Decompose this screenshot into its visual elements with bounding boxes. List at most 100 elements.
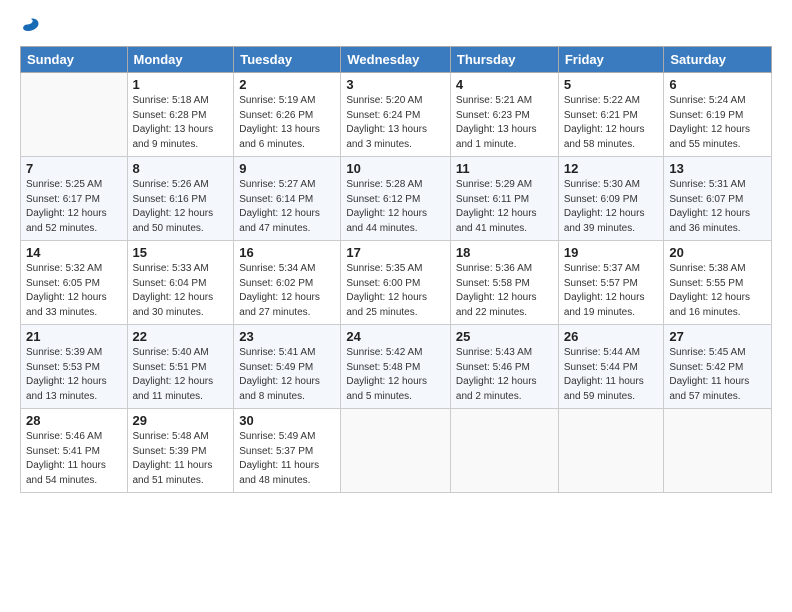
day-number: 12 — [564, 161, 659, 176]
day-info: Sunrise: 5:25 AMSunset: 6:17 PMDaylight:… — [26, 178, 122, 236]
page: SundayMondayTuesdayWednesdayThursdayFrid… — [0, 0, 792, 612]
day-info: Sunrise: 5:43 AMSunset: 5:46 PMDaylight:… — [456, 346, 553, 404]
day-number: 26 — [564, 329, 659, 344]
day-number: 22 — [133, 329, 229, 344]
logo-bird-icon — [22, 16, 40, 34]
day-info: Sunrise: 5:33 AMSunset: 6:04 PMDaylight:… — [133, 262, 229, 320]
column-header-wednesday: Wednesday — [341, 47, 451, 73]
calendar-cell: 13 Sunrise: 5:31 AMSunset: 6:07 PMDayligh… — [664, 157, 772, 241]
day-number: 8 — [133, 161, 229, 176]
day-info: Sunrise: 5:34 AMSunset: 6:02 PMDaylight:… — [239, 262, 335, 320]
day-number: 9 — [239, 161, 335, 176]
day-info: Sunrise: 5:29 AMSunset: 6:11 PMDaylight:… — [456, 178, 553, 236]
day-number: 15 — [133, 245, 229, 260]
column-header-saturday: Saturday — [664, 47, 772, 73]
day-info: Sunrise: 5:36 AMSunset: 5:58 PMDaylight:… — [456, 262, 553, 320]
calendar-cell: 11 Sunrise: 5:29 AMSunset: 6:11 PMDayligh… — [450, 157, 558, 241]
day-number: 25 — [456, 329, 553, 344]
calendar-week-2: 7 Sunrise: 5:25 AMSunset: 6:17 PMDaylight… — [21, 157, 772, 241]
calendar-week-5: 28 Sunrise: 5:46 AMSunset: 5:41 PMDayligh… — [21, 409, 772, 493]
day-info: Sunrise: 5:30 AMSunset: 6:09 PMDaylight:… — [564, 178, 659, 236]
calendar-cell: 1 Sunrise: 5:18 AMSunset: 6:28 PMDaylight… — [127, 73, 234, 157]
calendar-cell: 6 Sunrise: 5:24 AMSunset: 6:19 PMDaylight… — [664, 73, 772, 157]
day-number: 2 — [239, 77, 335, 92]
calendar-cell: 14 Sunrise: 5:32 AMSunset: 6:05 PMDayligh… — [21, 241, 128, 325]
logo — [20, 16, 40, 36]
day-number: 29 — [133, 413, 229, 428]
day-number: 6 — [669, 77, 766, 92]
day-number: 27 — [669, 329, 766, 344]
calendar-cell — [21, 73, 128, 157]
calendar-cell: 12 Sunrise: 5:30 AMSunset: 6:09 PMDayligh… — [558, 157, 664, 241]
calendar-cell: 30Sunrise: 5:49 AMSunset: 5:37 PMDayligh… — [234, 409, 341, 493]
calendar-cell: 26 Sunrise: 5:44 AMSunset: 5:44 PMDayligh… — [558, 325, 664, 409]
day-info: Sunrise: 5:38 AMSunset: 5:55 PMDaylight:… — [669, 262, 766, 320]
calendar-cell: 24 Sunrise: 5:42 AMSunset: 5:48 PMDayligh… — [341, 325, 451, 409]
calendar-cell: 22Sunrise: 5:40 AMSunset: 5:51 PMDayligh… — [127, 325, 234, 409]
day-info: Sunrise: 5:45 AMSunset: 5:42 PMDaylight:… — [669, 346, 766, 404]
day-number: 23 — [239, 329, 335, 344]
day-number: 11 — [456, 161, 553, 176]
day-info: Sunrise: 5:32 AMSunset: 6:05 PMDaylight:… — [26, 262, 122, 320]
column-header-monday: Monday — [127, 47, 234, 73]
calendar-cell: 19Sunrise: 5:37 AMSunset: 5:57 PMDayligh… — [558, 241, 664, 325]
day-info: Sunrise: 5:26 AMSunset: 6:16 PMDaylight:… — [133, 178, 229, 236]
calendar-cell: 25 Sunrise: 5:43 AMSunset: 5:46 PMDayligh… — [450, 325, 558, 409]
calendar-cell: 20 Sunrise: 5:38 AMSunset: 5:55 PMDayligh… — [664, 241, 772, 325]
column-header-sunday: Sunday — [21, 47, 128, 73]
day-number: 28 — [26, 413, 122, 428]
day-number: 13 — [669, 161, 766, 176]
day-number: 10 — [346, 161, 445, 176]
day-info: Sunrise: 5:27 AMSunset: 6:14 PMDaylight:… — [239, 178, 335, 236]
day-number: 5 — [564, 77, 659, 92]
calendar-cell: 2Sunrise: 5:19 AMSunset: 6:26 PMDaylight… — [234, 73, 341, 157]
calendar-cell: 17 Sunrise: 5:35 AMSunset: 6:00 PMDayligh… — [341, 241, 451, 325]
day-info: Sunrise: 5:18 AMSunset: 6:28 PMDaylight:… — [133, 94, 229, 152]
calendar-cell: 9 Sunrise: 5:27 AMSunset: 6:14 PMDaylight… — [234, 157, 341, 241]
day-info: Sunrise: 5:46 AMSunset: 5:41 PMDaylight:… — [26, 430, 122, 488]
column-header-tuesday: Tuesday — [234, 47, 341, 73]
column-header-friday: Friday — [558, 47, 664, 73]
calendar-week-3: 14 Sunrise: 5:32 AMSunset: 6:05 PMDayligh… — [21, 241, 772, 325]
day-info: Sunrise: 5:21 AMSunset: 6:23 PMDaylight:… — [456, 94, 553, 152]
day-info: Sunrise: 5:24 AMSunset: 6:19 PMDaylight:… — [669, 94, 766, 152]
calendar-cell — [558, 409, 664, 493]
day-number: 21 — [26, 329, 122, 344]
day-info: Sunrise: 5:37 AMSunset: 5:57 PMDaylight:… — [564, 262, 659, 320]
day-info: Sunrise: 5:20 AMSunset: 6:24 PMDaylight:… — [346, 94, 445, 152]
day-number: 20 — [669, 245, 766, 260]
day-info: Sunrise: 5:35 AMSunset: 6:00 PMDaylight:… — [346, 262, 445, 320]
logo-text — [20, 16, 40, 36]
calendar-cell — [664, 409, 772, 493]
calendar-cell: 5 Sunrise: 5:22 AMSunset: 6:21 PMDaylight… — [558, 73, 664, 157]
day-number: 24 — [346, 329, 445, 344]
day-number: 14 — [26, 245, 122, 260]
day-info: Sunrise: 5:39 AMSunset: 5:53 PMDaylight:… — [26, 346, 122, 404]
day-info: Sunrise: 5:41 AMSunset: 5:49 PMDaylight:… — [239, 346, 335, 404]
day-number: 7 — [26, 161, 122, 176]
day-number: 16 — [239, 245, 335, 260]
day-info: Sunrise: 5:31 AMSunset: 6:07 PMDaylight:… — [669, 178, 766, 236]
calendar-cell: 28 Sunrise: 5:46 AMSunset: 5:41 PMDayligh… — [21, 409, 128, 493]
calendar-cell: 23 Sunrise: 5:41 AMSunset: 5:49 PMDayligh… — [234, 325, 341, 409]
calendar-cell: 18Sunrise: 5:36 AMSunset: 5:58 PMDayligh… — [450, 241, 558, 325]
calendar-cell — [341, 409, 451, 493]
day-number: 3 — [346, 77, 445, 92]
calendar-header-row: SundayMondayTuesdayWednesdayThursdayFrid… — [21, 47, 772, 73]
calendar-week-4: 21 Sunrise: 5:39 AMSunset: 5:53 PMDayligh… — [21, 325, 772, 409]
calendar-cell: 8 Sunrise: 5:26 AMSunset: 6:16 PMDaylight… — [127, 157, 234, 241]
calendar-week-1: 1 Sunrise: 5:18 AMSunset: 6:28 PMDaylight… — [21, 73, 772, 157]
calendar-cell: 29 Sunrise: 5:48 AMSunset: 5:39 PMDayligh… — [127, 409, 234, 493]
day-info: Sunrise: 5:42 AMSunset: 5:48 PMDaylight:… — [346, 346, 445, 404]
calendar-cell — [450, 409, 558, 493]
calendar-cell: 27 Sunrise: 5:45 AMSunset: 5:42 PMDayligh… — [664, 325, 772, 409]
header — [20, 16, 772, 36]
day-number: 1 — [133, 77, 229, 92]
day-number: 17 — [346, 245, 445, 260]
calendar-table: SundayMondayTuesdayWednesdayThursdayFrid… — [20, 46, 772, 493]
calendar-cell: 15 Sunrise: 5:33 AMSunset: 6:04 PMDayligh… — [127, 241, 234, 325]
day-info: Sunrise: 5:48 AMSunset: 5:39 PMDaylight:… — [133, 430, 229, 488]
day-info: Sunrise: 5:22 AMSunset: 6:21 PMDaylight:… — [564, 94, 659, 152]
day-info: Sunrise: 5:44 AMSunset: 5:44 PMDaylight:… — [564, 346, 659, 404]
day-number: 4 — [456, 77, 553, 92]
